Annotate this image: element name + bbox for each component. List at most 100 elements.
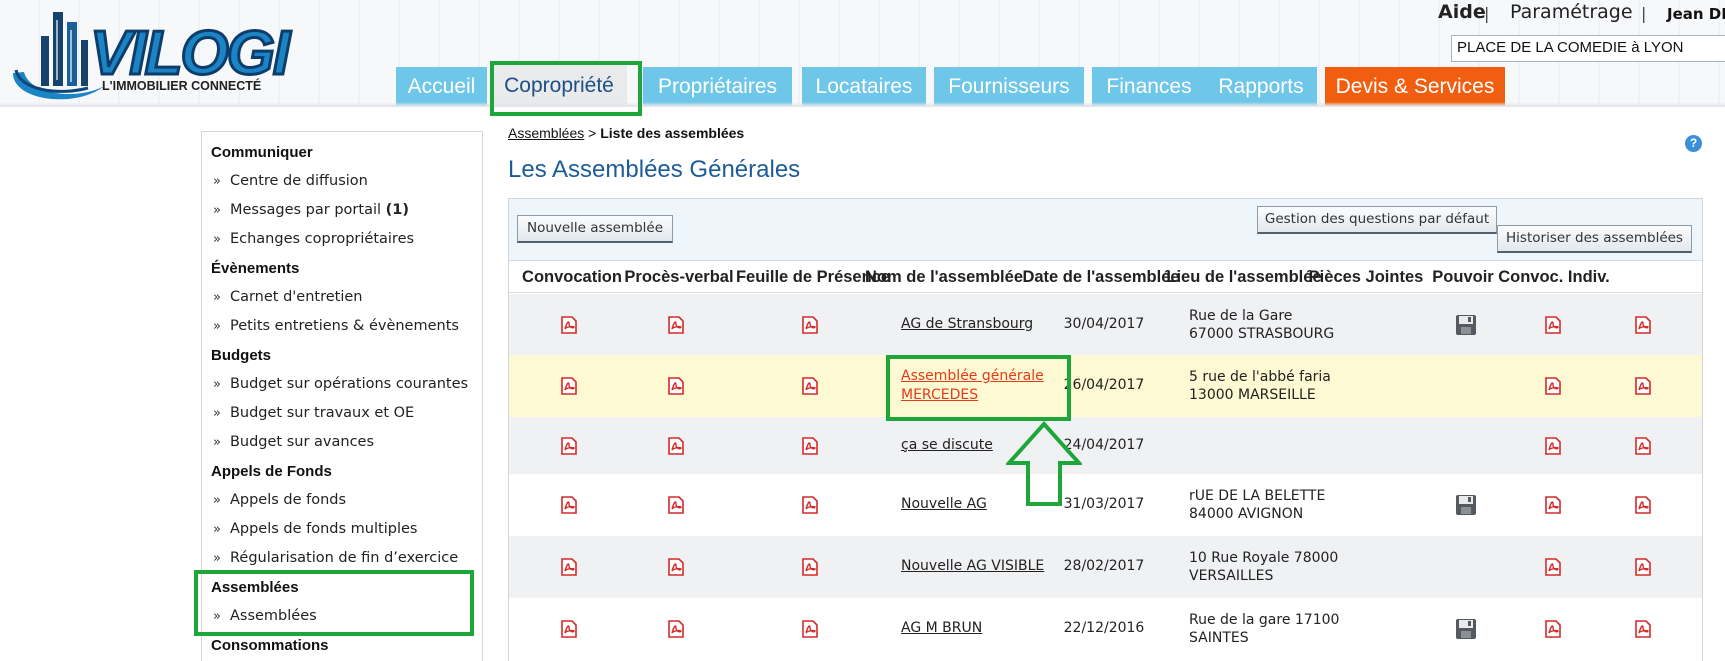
tab-proprietaires[interactable]: Propriétaires xyxy=(643,67,792,106)
sidebar-section-evenements: Évènements xyxy=(211,260,300,277)
logo-tagline: L'IMMOBILIER CONNECTÉ xyxy=(102,78,261,93)
default-questions-button[interactable]: Gestion des questions par défaut xyxy=(1257,206,1497,234)
feuille-presence-pdf-icon[interactable] xyxy=(802,315,818,334)
convocation-pdf-icon[interactable] xyxy=(561,620,577,638)
pouvoir-pdf-icon[interactable] xyxy=(1545,315,1561,334)
sidebar-section-assemblees: Assemblées xyxy=(211,579,299,596)
messages-count-badge: (1) xyxy=(385,202,409,218)
new-assembly-button[interactable]: Nouvelle assemblée xyxy=(517,215,673,243)
sidebar-item-budget-travaux[interactable]: » Budget sur travaux et OE xyxy=(213,405,414,421)
assembly-name-link[interactable]: AG M BRUN xyxy=(901,619,1051,638)
tab-rapports[interactable]: Rapports xyxy=(1205,67,1317,106)
sidebar: Communiquer » Centre de diffusion » Messag… xyxy=(201,131,483,661)
help-link[interactable]: Aide xyxy=(1438,1,1486,23)
pouvoir-pdf-icon[interactable] xyxy=(1545,620,1561,638)
sidebar-item-messages-portail[interactable]: » Messages par portail (1) xyxy=(213,202,409,218)
pouvoir-pdf-icon[interactable] xyxy=(1545,558,1561,576)
table-row: AG M BRUN 22/12/2016 Rue de la gare 17100 S… xyxy=(509,598,1702,660)
double-chevron-icon: » xyxy=(213,290,221,305)
breadcrumb: Assemblées > Liste des assemblées xyxy=(508,125,744,141)
double-chevron-icon: » xyxy=(213,609,221,624)
proces-verbal-pdf-icon[interactable] xyxy=(668,620,684,638)
help-icon[interactable]: ? xyxy=(1685,135,1702,152)
assembly-location: 5 rue de l'abbé faria 13000 MARSEILLE xyxy=(1189,369,1331,403)
assembly-date: 22/12/2016 xyxy=(1063,620,1145,636)
building-selector[interactable]: PLACE DE LA COMEDIE à LYON xyxy=(1451,35,1725,62)
proces-verbal-pdf-icon[interactable] xyxy=(668,377,684,395)
tab-devis-services[interactable]: Devis & Services xyxy=(1325,67,1505,106)
sidebar-item-appels-fonds-multiples[interactable]: » Appels de fonds multiples xyxy=(213,521,417,537)
breadcrumb-current: Liste des assemblées xyxy=(600,125,745,141)
feuille-presence-pdf-icon[interactable] xyxy=(802,496,818,514)
convocation-pdf-icon[interactable] xyxy=(561,436,577,455)
assembly-name-link[interactable]: Assemblée générale MERCEDES xyxy=(901,367,1051,405)
feuille-presence-pdf-icon[interactable] xyxy=(802,620,818,638)
proces-verbal-pdf-icon[interactable] xyxy=(668,496,684,514)
tab-finances[interactable]: Finances xyxy=(1092,67,1206,106)
convoc-indiv-pdf-icon[interactable] xyxy=(1635,620,1651,638)
convocation-pdf-icon[interactable] xyxy=(561,315,577,334)
col-nom-assemblee[interactable]: Nom de l'assemblée xyxy=(865,268,1023,287)
proces-verbal-pdf-icon[interactable] xyxy=(668,436,684,455)
convoc-indiv-pdf-icon[interactable] xyxy=(1635,558,1651,576)
app-header: VILOGI L'IMMOBILIER CONNECTÉ Aide | Para… xyxy=(0,0,1725,107)
assembly-name-link[interactable]: AG de Stransbourg xyxy=(901,315,1051,334)
table-row: Nouvelle AG VISIBLE 28/02/2017 10 Rue Roya… xyxy=(509,536,1702,598)
sidebar-item-appels-fonds[interactable]: » Appels de fonds xyxy=(213,492,346,508)
pouvoir-pdf-icon[interactable] xyxy=(1545,436,1561,455)
convoc-indiv-pdf-icon[interactable] xyxy=(1635,436,1651,455)
sidebar-item-budget-avances[interactable]: » Budget sur avances xyxy=(213,434,374,450)
convocation-pdf-icon[interactable] xyxy=(561,558,577,576)
assembly-date: 26/04/2017 xyxy=(1063,377,1145,393)
user-menu[interactable]: Jean DE xyxy=(1667,5,1725,23)
assembly-name-link[interactable]: Nouvelle AG VISIBLE xyxy=(901,557,1051,576)
col-pieces-jointes[interactable]: Pièces Jointes xyxy=(1309,268,1424,287)
feuille-presence-pdf-icon[interactable] xyxy=(802,377,818,395)
assembly-location: 10 Rue Royale 78000 VERSAILLES xyxy=(1189,550,1339,584)
table-row: AG de Stransbourg 30/04/2017 Rue de la Gar… xyxy=(509,294,1702,355)
floppy-disk-icon[interactable] xyxy=(1455,494,1477,516)
tab-copropriete[interactable]: Copropriété xyxy=(491,63,627,106)
tab-accueil[interactable]: Accueil xyxy=(396,67,487,106)
floppy-disk-icon[interactable] xyxy=(1455,314,1477,336)
col-proces-verbal[interactable]: Procès-verbal xyxy=(624,268,733,287)
sidebar-item-echanges[interactable]: » Echanges copropriétaires xyxy=(213,231,414,247)
sidebar-item-carnet-entretien[interactable]: » Carnet d'entretien xyxy=(213,289,362,305)
assembly-location: rUE DE LA BELETTE 84000 AVIGNON xyxy=(1189,488,1326,522)
convocation-pdf-icon[interactable] xyxy=(561,377,577,395)
table-row: Nouvelle AG 31/03/2017 rUE DE LA BELETTE 84… xyxy=(509,474,1702,536)
tab-locataires[interactable]: Locataires xyxy=(802,67,926,106)
col-convoc-indiv[interactable]: Convoc. Indiv. xyxy=(1498,268,1610,287)
col-date-assemblee[interactable]: Date de l'assemblée xyxy=(1022,268,1179,287)
convoc-indiv-pdf-icon[interactable] xyxy=(1635,496,1651,514)
tab-fournisseurs[interactable]: Fournisseurs xyxy=(934,67,1084,106)
proces-verbal-pdf-icon[interactable] xyxy=(668,315,684,334)
sidebar-item-petits-entretiens[interactable]: » Petits entretiens & évènements xyxy=(213,318,459,334)
feuille-presence-pdf-icon[interactable] xyxy=(802,436,818,455)
pouvoir-pdf-icon[interactable] xyxy=(1545,496,1561,514)
proces-verbal-pdf-icon[interactable] xyxy=(668,558,684,576)
settings-link[interactable]: Paramétrage xyxy=(1510,1,1633,23)
logo-wordmark: VILOGI xyxy=(90,19,292,88)
col-convocation[interactable]: Convocation xyxy=(522,268,622,287)
floppy-disk-icon[interactable] xyxy=(1455,618,1477,640)
feuille-presence-pdf-icon[interactable] xyxy=(802,558,818,576)
double-chevron-icon: » xyxy=(213,493,221,508)
sidebar-item-assemblees[interactable]: » Assemblées xyxy=(213,608,317,624)
breadcrumb-assemblees-link[interactable]: Assemblées xyxy=(508,125,584,141)
archive-assemblies-button[interactable]: Historiser des assemblées xyxy=(1497,225,1692,253)
convocation-pdf-icon[interactable] xyxy=(561,496,577,514)
vilogi-logo[interactable]: VILOGI L'IMMOBILIER CONNECTÉ xyxy=(8,10,328,105)
double-chevron-icon: » xyxy=(213,377,221,392)
col-pouvoir[interactable]: Pouvoir xyxy=(1432,268,1493,287)
convoc-indiv-pdf-icon[interactable] xyxy=(1635,315,1651,334)
convoc-indiv-pdf-icon[interactable] xyxy=(1635,377,1651,395)
table-header: Convocation Procès-verbal Feuille de Pré… xyxy=(509,261,1702,293)
sidebar-item-regularisation[interactable]: » Régularisation de fin d’exercice xyxy=(213,550,458,566)
pouvoir-pdf-icon[interactable] xyxy=(1545,377,1561,395)
assemblies-panel: Nouvelle assemblée Gestion des questions… xyxy=(508,198,1703,661)
col-lieu-assemblee[interactable]: Lieu de l'assemblée xyxy=(1166,268,1321,287)
top-separator: | xyxy=(1484,4,1490,23)
sidebar-item-budget-operations[interactable]: » Budget sur opérations courantes xyxy=(213,376,468,392)
sidebar-item-centre-diffusion[interactable]: » Centre de diffusion xyxy=(213,173,368,189)
